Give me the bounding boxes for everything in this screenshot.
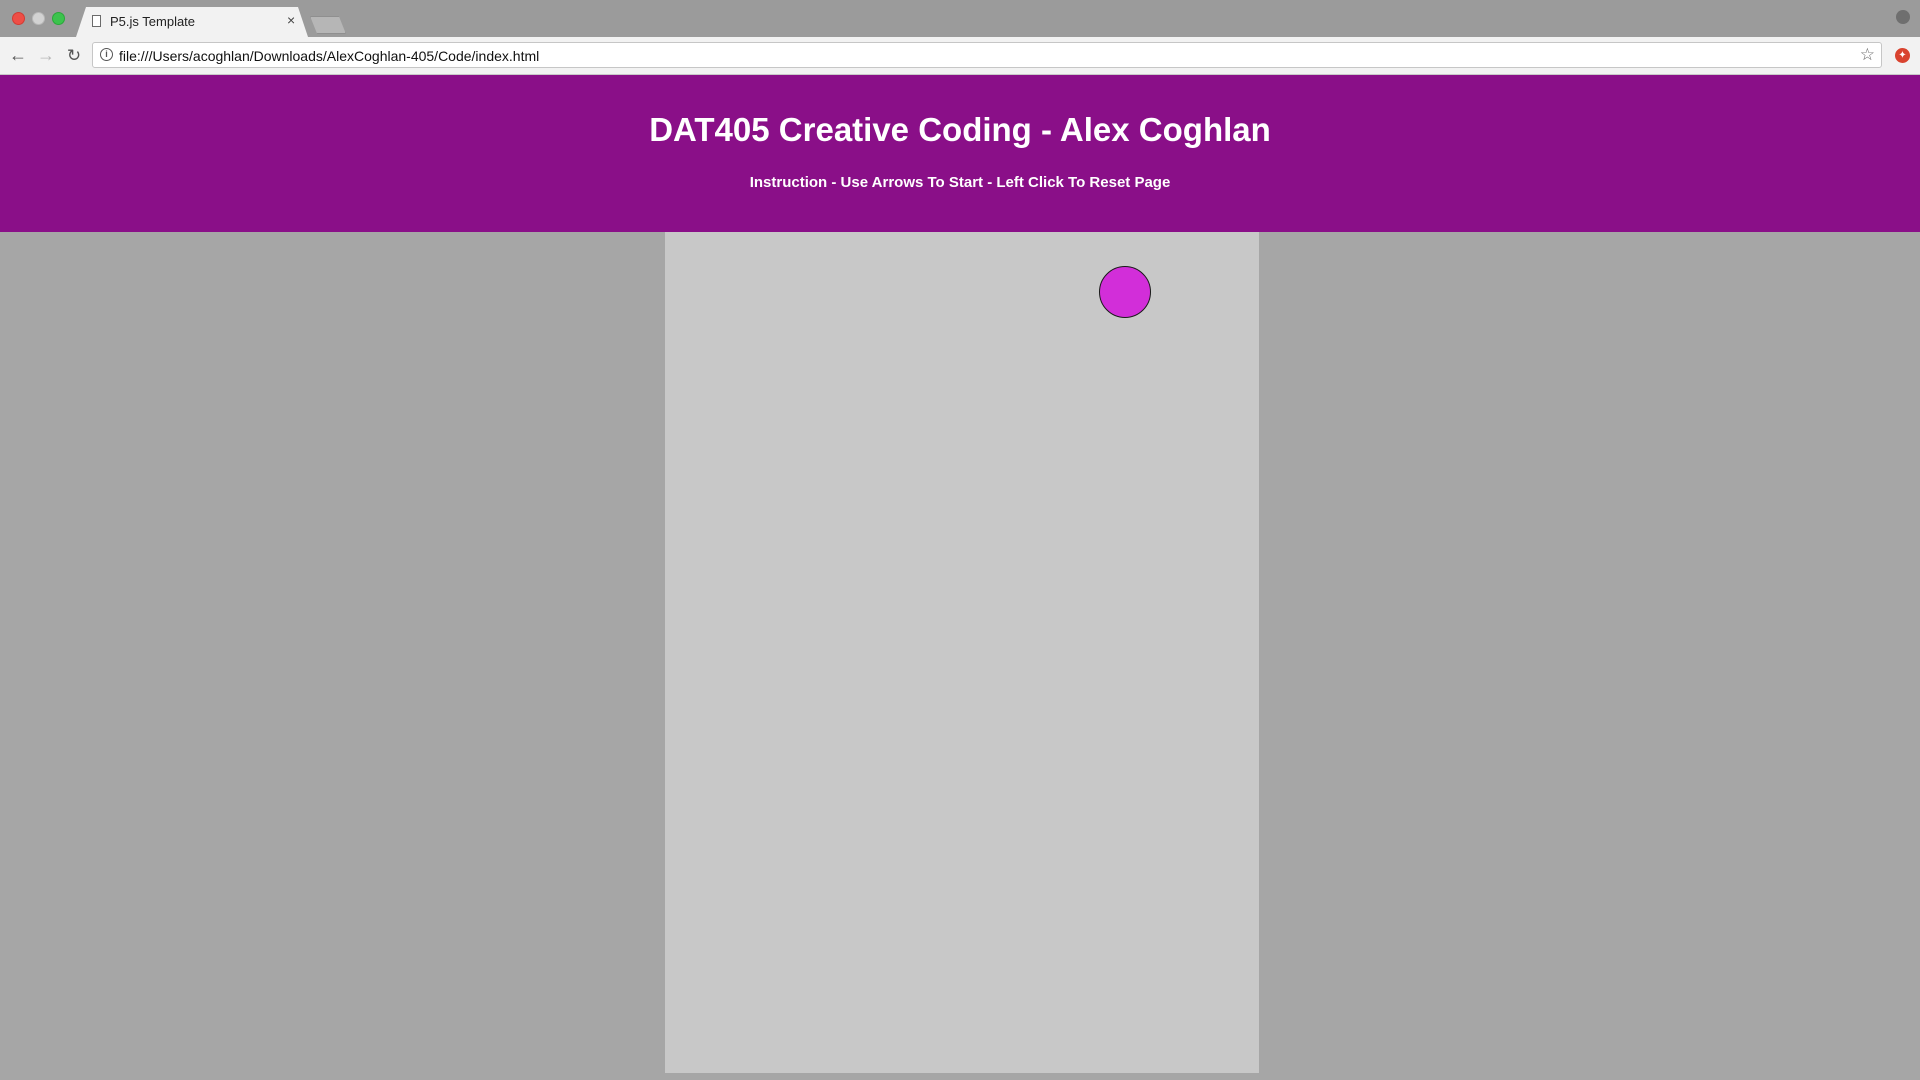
ball bbox=[1099, 266, 1151, 318]
tab-close-icon[interactable]: × bbox=[287, 13, 295, 27]
document-icon bbox=[92, 15, 101, 27]
browser-toolbar: ← → ↻ i file:///Users/acoghlan/Downloads… bbox=[0, 37, 1920, 75]
url-text[interactable]: file:///Users/acoghlan/Downloads/AlexCog… bbox=[119, 48, 539, 64]
reload-icon[interactable]: ↻ bbox=[62, 37, 86, 74]
page-title: DAT405 Creative Coding - Alex Coghlan bbox=[649, 111, 1271, 148]
browser-tab-strip: P5.js Template × bbox=[0, 0, 1920, 37]
page-header: DAT405 Creative Coding - Alex Coghlan In… bbox=[0, 75, 1920, 232]
window-maximize-button[interactable] bbox=[52, 12, 65, 25]
bookmark-star-icon[interactable]: ☆ bbox=[1860, 45, 1875, 65]
address-bar[interactable]: i file:///Users/acoghlan/Downloads/AlexC… bbox=[92, 42, 1882, 68]
window-minimize-button[interactable] bbox=[32, 12, 45, 25]
site-info-icon[interactable]: i bbox=[100, 48, 113, 61]
page-body bbox=[0, 232, 1920, 1080]
forward-arrow-icon[interactable]: → bbox=[34, 37, 58, 74]
tab-title: P5.js Template bbox=[110, 14, 196, 29]
page-instructions: Instruction - Use Arrows To Start - Left… bbox=[749, 174, 1171, 191]
sketch-canvas[interactable] bbox=[665, 232, 1259, 1073]
new-tab-button[interactable] bbox=[310, 16, 346, 34]
extension-icon[interactable]: ✦ bbox=[1895, 48, 1910, 63]
window-close-button[interactable] bbox=[12, 12, 25, 25]
back-arrow-icon[interactable]: ← bbox=[6, 37, 30, 74]
profile-icon[interactable] bbox=[1896, 10, 1910, 24]
